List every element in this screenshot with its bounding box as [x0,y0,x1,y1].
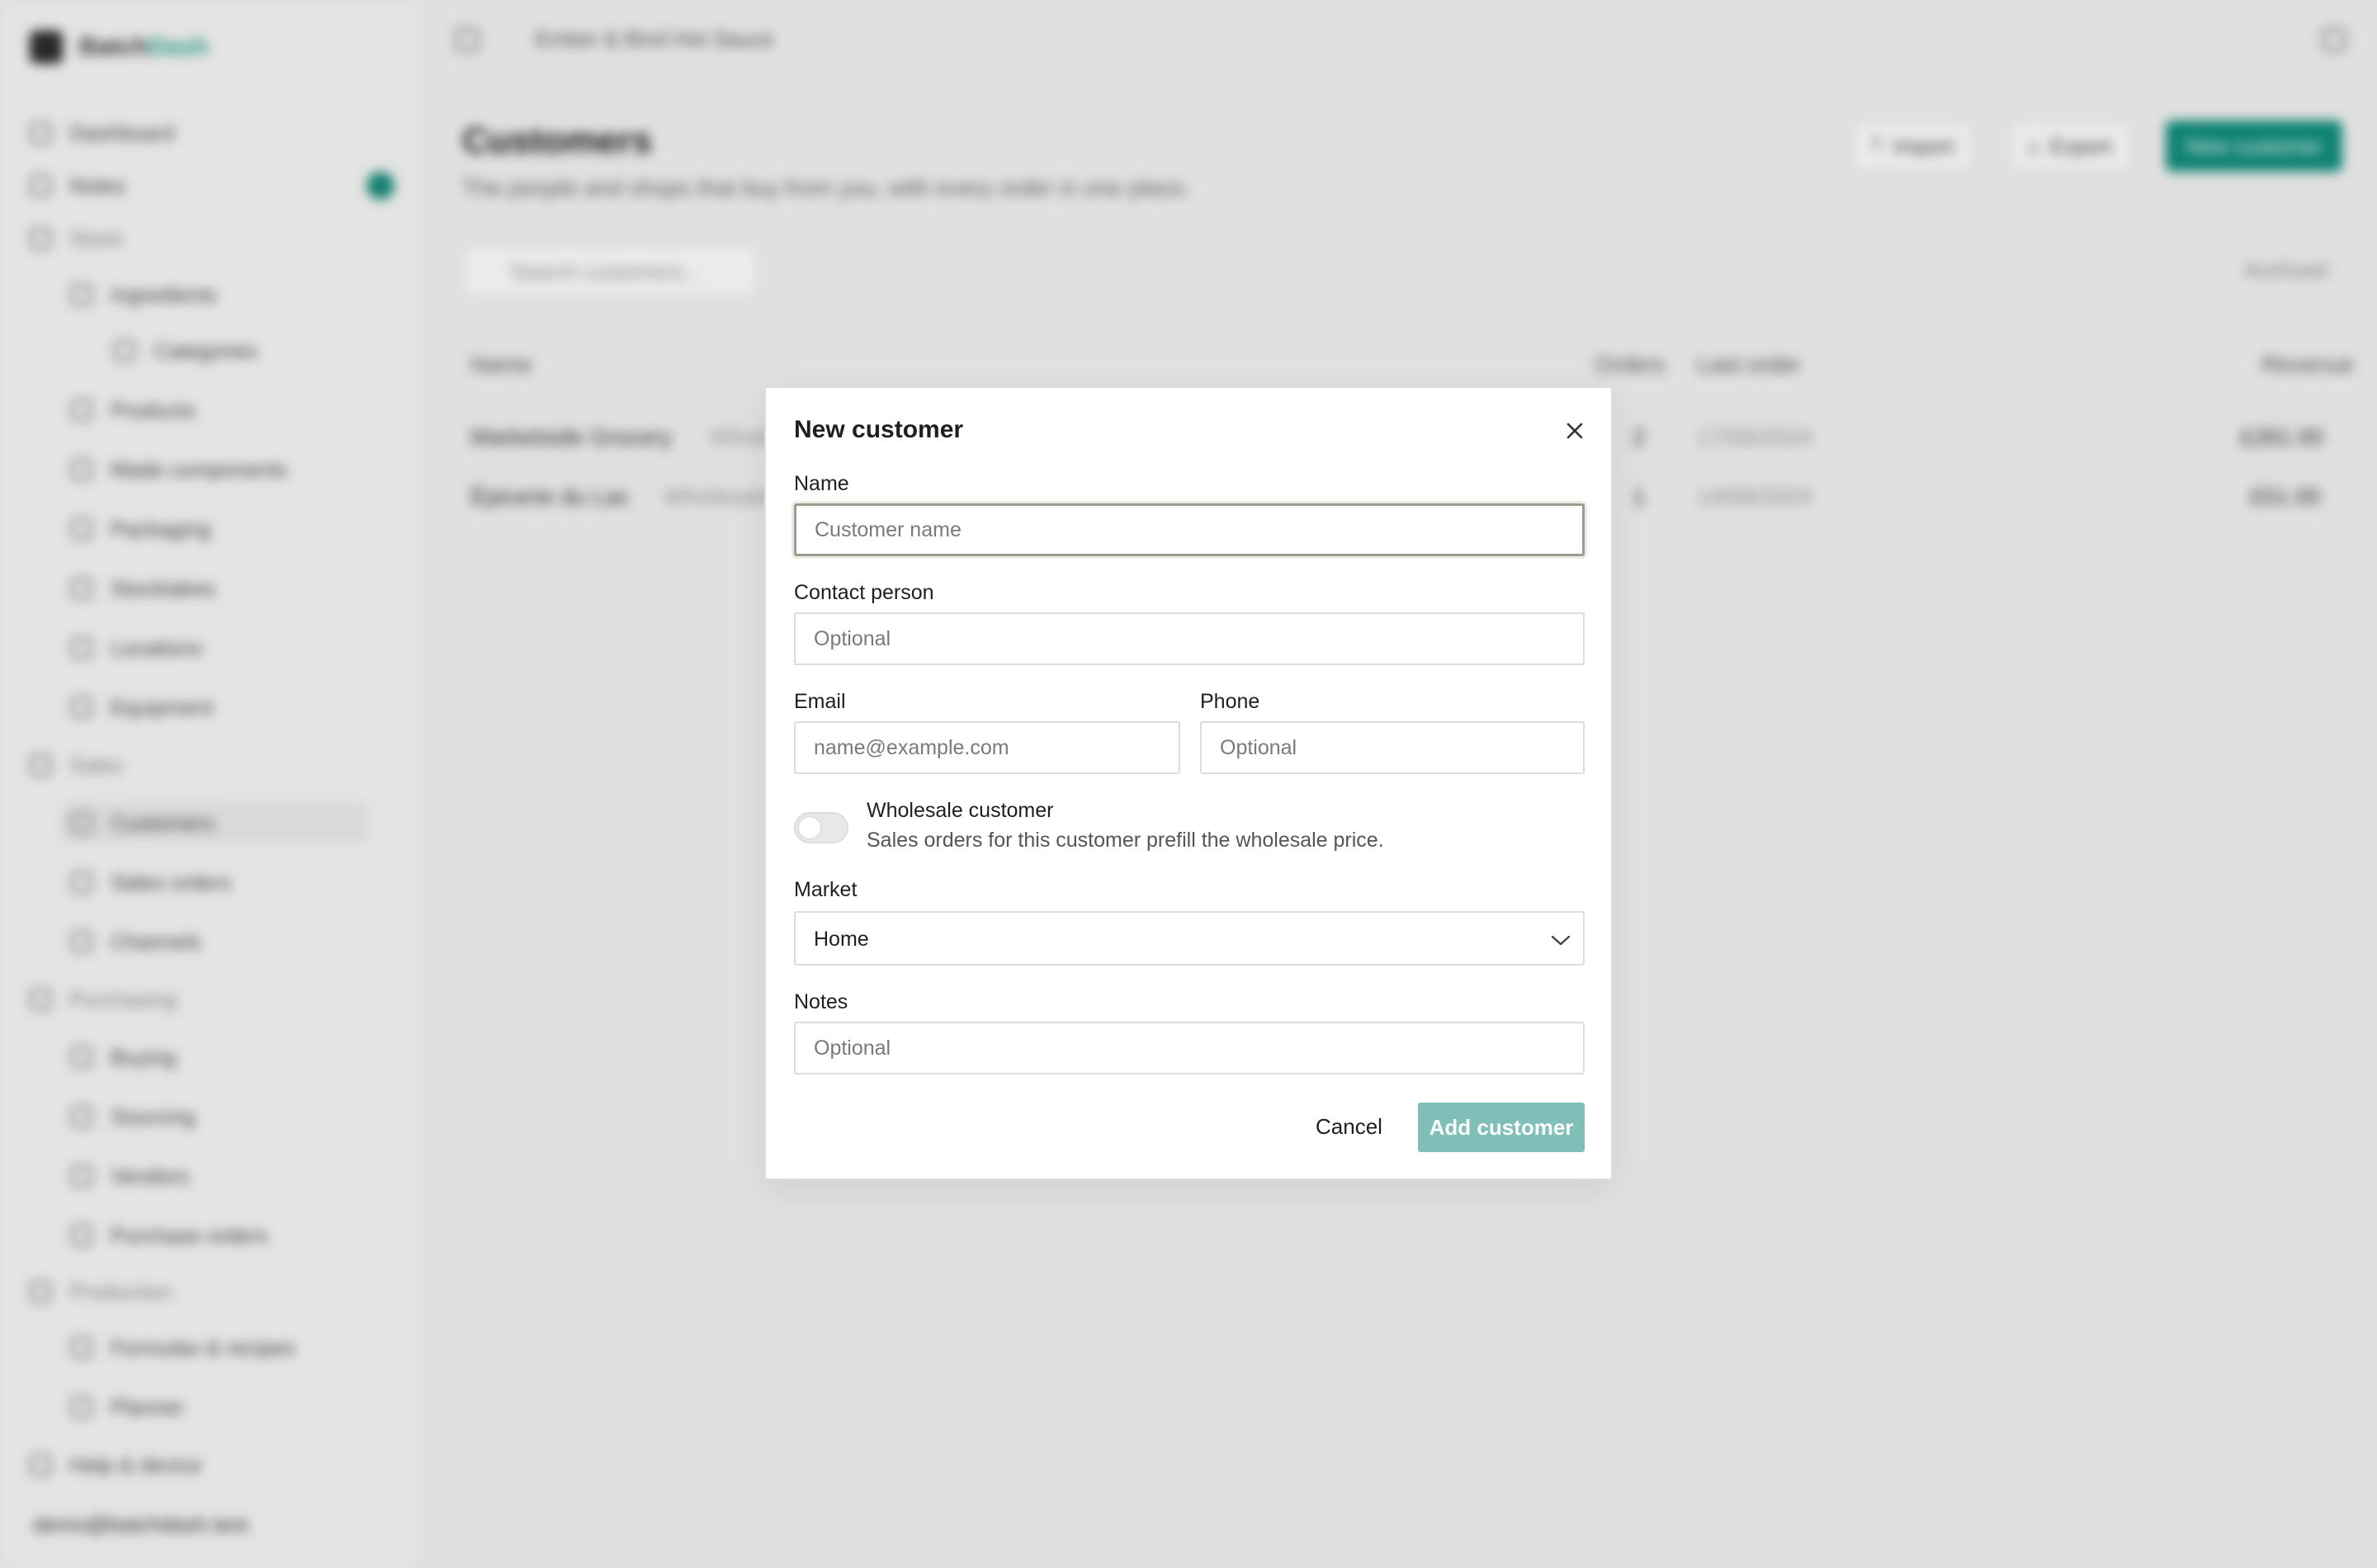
dialog-title: New customer [794,416,964,443]
wholesale-label: Wholesale customer [867,799,1054,822]
name-label: Name [794,472,849,495]
toggle-knob [798,816,821,839]
contact-label: Contact person [794,581,934,604]
email-input[interactable] [794,721,1180,774]
phone-label: Phone [1200,690,1260,713]
cancel-button[interactable]: Cancel [1301,1103,1397,1150]
notes-label: Notes [794,990,848,1013]
notes-input[interactable] [794,1022,1585,1074]
market-select[interactable]: Home [794,911,1585,966]
name-input[interactable] [794,503,1585,556]
wholesale-toggle[interactable] [794,812,848,843]
market-selected-value: Home [814,928,869,951]
new-customer-dialog: New customer Name Contact person Email P… [764,386,1613,1180]
add-customer-button[interactable]: Add customer [1418,1103,1585,1152]
market-label: Market [794,878,858,901]
phone-input[interactable] [1200,721,1585,774]
contact-input[interactable] [794,612,1585,665]
chevron-down-icon [1551,935,1571,946]
email-label: Email [794,690,846,713]
wholesale-description: Sales orders for this customer prefill t… [867,829,1384,852]
close-icon[interactable] [1558,414,1591,447]
